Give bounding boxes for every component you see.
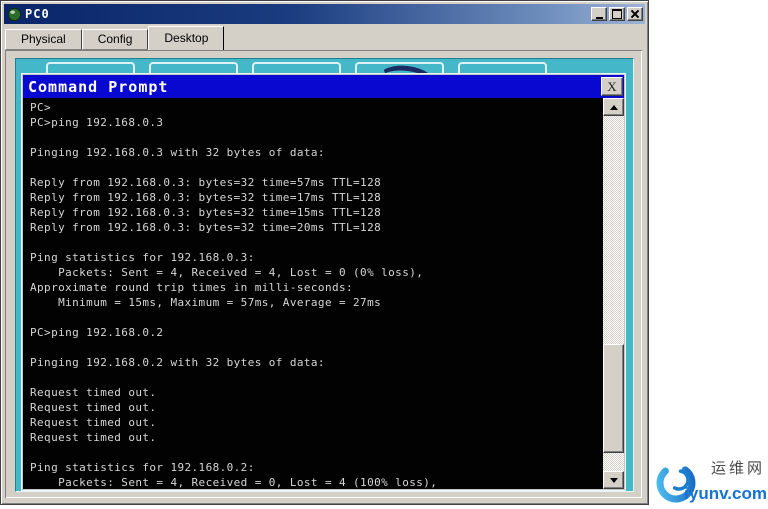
terminal-line: Approximate round trip times in milli-se… xyxy=(30,281,354,294)
terminal-output: PC> PC>ping 192.168.0.3 Pinging 192.168.0.… xyxy=(23,98,603,489)
iyunv-watermark: 运维网 iyunv.com xyxy=(653,453,768,507)
arrow-up-icon xyxy=(609,104,618,110)
terminal-line: PC> xyxy=(30,101,52,114)
screenshot-root: PC0 Physical Config Desktop Command Prompt… xyxy=(0,0,768,509)
tab-desktop[interactable]: Desktop xyxy=(148,26,225,50)
pc-device-icon xyxy=(7,7,22,21)
watermark-site-name: 运维网 xyxy=(710,459,765,477)
close-button[interactable] xyxy=(627,7,643,21)
terminal-line: Pinging 192.168.0.3 with 32 bytes of dat… xyxy=(30,146,325,159)
minimize-button[interactable] xyxy=(591,7,607,21)
command-prompt-titlebar[interactable]: Command Prompt X xyxy=(23,75,624,98)
command-prompt-title: Command Prompt xyxy=(28,77,169,96)
terminal-line: Request timed out. xyxy=(30,431,157,444)
terminal-line: PC>ping 192.168.0.2 xyxy=(30,326,164,339)
terminal-line: Reply from 192.168.0.3: bytes=32 time=20… xyxy=(30,221,382,234)
terminal-line: Request timed out. xyxy=(30,386,157,399)
terminal-line: Ping statistics for 192.168.0.3: xyxy=(30,251,255,264)
scroll-up-button[interactable] xyxy=(603,98,624,116)
terminal-line: Reply from 192.168.0.3: bytes=32 time=17… xyxy=(30,191,382,204)
watermark-site-url: iyunv.com xyxy=(684,484,767,503)
terminal-line: Minimum = 15ms, Maximum = 57ms, Average … xyxy=(30,296,382,309)
desktop-area: Command Prompt X PC> PC>ping 192.168.0.3 P… xyxy=(15,58,634,492)
command-prompt-close-button[interactable]: X xyxy=(601,77,623,96)
terminal-line: PC>ping 192.168.0.3 xyxy=(30,116,164,129)
terminal-line: Reply from 192.168.0.3: bytes=32 time=15… xyxy=(30,206,382,219)
scrollbar-track[interactable] xyxy=(603,116,624,471)
terminal-scrollbar[interactable] xyxy=(603,98,624,489)
minimize-icon xyxy=(595,16,603,19)
window-title: PC0 xyxy=(25,7,50,21)
tab-config[interactable]: Config xyxy=(81,29,149,50)
terminal-line: Request timed out. xyxy=(30,416,157,429)
arrow-down-icon xyxy=(609,477,618,483)
terminal-line: Ping statistics for 192.168.0.2: xyxy=(30,461,255,474)
terminal-line: Reply from 192.168.0.3: bytes=32 time=57… xyxy=(30,176,382,189)
terminal[interactable]: PC> PC>ping 192.168.0.3 Pinging 192.168.0.… xyxy=(23,98,624,489)
window-titlebar[interactable]: PC0 xyxy=(4,4,645,24)
scroll-down-button[interactable] xyxy=(603,471,624,489)
pc0-device-window: PC0 Physical Config Desktop Command Prompt… xyxy=(0,0,649,505)
terminal-line: Packets: Sent = 4, Received = 4, Lost = … xyxy=(30,266,424,279)
command-prompt-window: Command Prompt X PC> PC>ping 192.168.0.3 P… xyxy=(22,74,625,490)
close-icon xyxy=(631,10,639,18)
terminal-line: Pinging 192.168.0.2 with 32 bytes of dat… xyxy=(30,356,325,369)
desktop-tab-content: Command Prompt X PC> PC>ping 192.168.0.3 P… xyxy=(5,50,642,498)
scrollbar-thumb[interactable] xyxy=(603,344,624,453)
tab-bar: Physical Config Desktop xyxy=(5,26,644,50)
maximize-button[interactable] xyxy=(609,7,625,21)
terminal-line: Packets: Sent = 4, Received = 0, Lost = … xyxy=(30,476,438,489)
tab-physical[interactable]: Physical xyxy=(5,29,82,50)
terminal-line: Request timed out. xyxy=(30,401,157,414)
window-controls xyxy=(591,7,643,21)
maximize-icon xyxy=(612,9,622,19)
